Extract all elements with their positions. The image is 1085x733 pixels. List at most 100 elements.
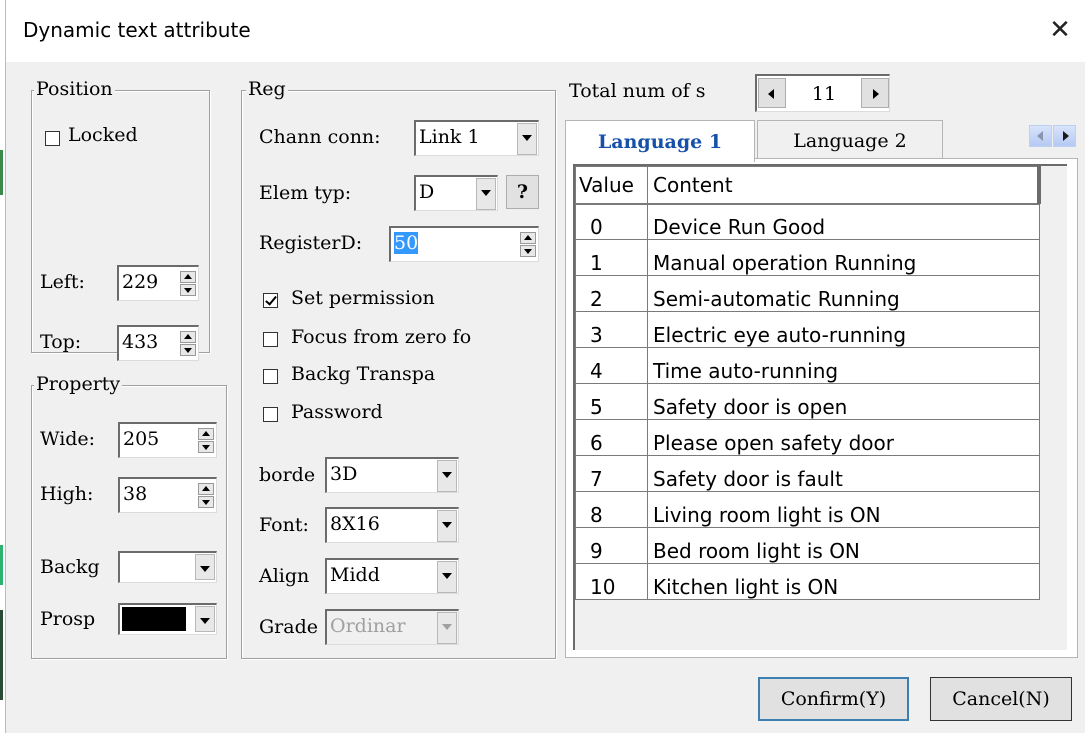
left-spinner[interactable] <box>180 271 196 297</box>
table-row[interactable]: 1 Manual operation Running <box>575 239 1040 276</box>
close-icon: ✕ <box>1049 15 1071 45</box>
chevron-down-icon[interactable] <box>195 606 215 632</box>
column-header-content: Content <box>647 166 1040 205</box>
tab-scroll-right-icon[interactable] <box>1053 125 1076 147</box>
spin-down-icon[interactable] <box>180 344 196 356</box>
set-permission-checkbox[interactable] <box>263 293 278 308</box>
font-select[interactable]: 8X16 <box>325 507 459 543</box>
spin-up-icon[interactable] <box>198 428 214 440</box>
state-value: 4 <box>575 347 648 384</box>
dialog-body: Position Locked Left: 229 Top: 433 Prope… <box>6 62 1085 733</box>
foreground-color-swatch <box>122 607 186 631</box>
high-spinner[interactable] <box>198 483 214 509</box>
spin-down-icon[interactable] <box>198 496 214 508</box>
background-fragment <box>0 610 3 700</box>
state-content[interactable]: Semi-automatic Running <box>647 275 1040 312</box>
elem-typ-select[interactable]: D <box>414 175 498 211</box>
cancel-button[interactable]: Cancel(N) <box>930 677 1072 721</box>
state-content[interactable]: Kitchen light is ON <box>647 563 1040 600</box>
chevron-down-icon[interactable] <box>437 561 457 593</box>
chevron-down-icon[interactable] <box>517 123 537 155</box>
title-bar[interactable]: Dynamic text attribute ✕ <box>6 0 1085 62</box>
spin-down-icon[interactable] <box>198 441 214 453</box>
state-value: 1 <box>575 239 648 276</box>
table-row[interactable]: 8 Living room light is ON <box>575 491 1040 528</box>
spin-down-icon[interactable] <box>520 245 536 257</box>
state-content[interactable]: Manual operation Running <box>647 239 1040 276</box>
font-label: Font: <box>259 514 309 536</box>
wide-spinner[interactable] <box>198 428 214 454</box>
arrow-left-icon <box>768 89 774 99</box>
state-content[interactable]: Safety door is open <box>647 383 1040 420</box>
spin-down-icon[interactable] <box>180 284 196 296</box>
table-row[interactable]: 6 Please open safety door <box>575 419 1040 456</box>
register-label: RegisterD: <box>259 232 363 254</box>
increase-button[interactable] <box>861 78 889 108</box>
focus-from-zero-label: Focus from zero fo <box>291 326 472 348</box>
backg-transpa-checkbox[interactable] <box>263 369 278 384</box>
top-input[interactable]: 433 <box>117 325 199 361</box>
table-row[interactable]: 0 Device Run Good <box>575 203 1040 240</box>
reg-group-title: Reg <box>246 78 288 100</box>
table-row[interactable]: 9 Bed room light is ON <box>575 527 1040 564</box>
password-checkbox[interactable] <box>263 407 278 422</box>
state-content[interactable]: Safety door is fault <box>647 455 1040 492</box>
locked-checkbox[interactable] <box>45 131 60 146</box>
chann-conn-select[interactable]: Link 1 <box>414 120 539 156</box>
high-value: 38 <box>123 483 148 505</box>
states-grid[interactable]: Value Content 0 Device Run Good 1 Manual o… <box>573 164 1067 650</box>
language-tab-panel: Value Content 0 Device Run Good 1 Manual o… <box>565 158 1078 658</box>
align-select[interactable]: Midd <box>325 558 459 594</box>
table-row[interactable]: 4 Time auto-running <box>575 347 1040 384</box>
background-fragment <box>0 545 3 585</box>
reg-group: Reg Chann conn: Link 1 Elem typ: D ? Reg… <box>241 78 556 659</box>
state-content[interactable]: Bed room light is ON <box>647 527 1040 564</box>
spin-up-icon[interactable] <box>198 483 214 495</box>
tab-scroll-arrows[interactable] <box>1029 125 1077 147</box>
chevron-down-icon[interactable] <box>437 510 457 542</box>
background-color-select[interactable] <box>118 551 217 583</box>
chevron-down-icon[interactable] <box>476 178 496 210</box>
tab-scroll-left-icon[interactable] <box>1029 125 1052 147</box>
spin-up-icon[interactable] <box>520 232 536 244</box>
state-value: 6 <box>575 419 648 456</box>
confirm-button[interactable]: Confirm(Y) <box>758 677 909 721</box>
total-states-stepper[interactable]: 11 <box>755 74 890 112</box>
high-label: High: <box>40 483 94 505</box>
high-input[interactable]: 38 <box>118 477 217 513</box>
table-row[interactable]: 2 Semi-automatic Running <box>575 275 1040 312</box>
spin-up-icon[interactable] <box>180 271 196 283</box>
chevron-down-icon[interactable] <box>437 460 457 492</box>
spin-up-icon[interactable] <box>180 331 196 343</box>
table-row[interactable]: 5 Safety door is open <box>575 383 1040 420</box>
table-row[interactable]: 7 Safety door is fault <box>575 455 1040 492</box>
prosp-label: Prosp <box>40 608 96 630</box>
top-spinner[interactable] <box>180 331 196 357</box>
close-button[interactable]: ✕ <box>1042 12 1078 48</box>
state-content[interactable]: Device Run Good <box>647 203 1040 240</box>
foreground-color-select[interactable] <box>118 603 217 635</box>
state-content[interactable]: Time auto-running <box>647 347 1040 384</box>
state-content[interactable]: Electric eye auto-running <box>647 311 1040 348</box>
state-value: 7 <box>575 455 648 492</box>
table-row[interactable]: 3 Electric eye auto-running <box>575 311 1040 348</box>
state-content[interactable]: Please open safety door <box>647 419 1040 456</box>
tab-language-1[interactable]: Language 1 <box>565 120 755 162</box>
total-states-label: Total num of s <box>569 80 706 102</box>
register-input[interactable]: 50 <box>389 226 539 262</box>
border-select[interactable]: 3D <box>325 457 459 493</box>
dialog-window: Dynamic text attribute ✕ Position Locked… <box>5 0 1085 733</box>
help-button[interactable]: ? <box>506 175 539 209</box>
state-content[interactable]: Living room light is ON <box>647 491 1040 528</box>
register-spinner[interactable] <box>520 232 536 258</box>
left-input[interactable]: 229 <box>117 265 199 301</box>
arrow-right-icon <box>873 89 879 99</box>
elem-typ-value: D <box>419 181 435 203</box>
wide-input[interactable]: 205 <box>118 422 217 458</box>
tab-language-2[interactable]: Language 2 <box>757 120 943 158</box>
chevron-down-icon[interactable] <box>195 554 215 580</box>
decrease-button[interactable] <box>758 78 786 108</box>
table-row[interactable]: 10 Kitchen light is ON <box>575 563 1040 600</box>
focus-from-zero-checkbox[interactable] <box>263 332 278 347</box>
chevron-down-icon <box>437 612 457 644</box>
